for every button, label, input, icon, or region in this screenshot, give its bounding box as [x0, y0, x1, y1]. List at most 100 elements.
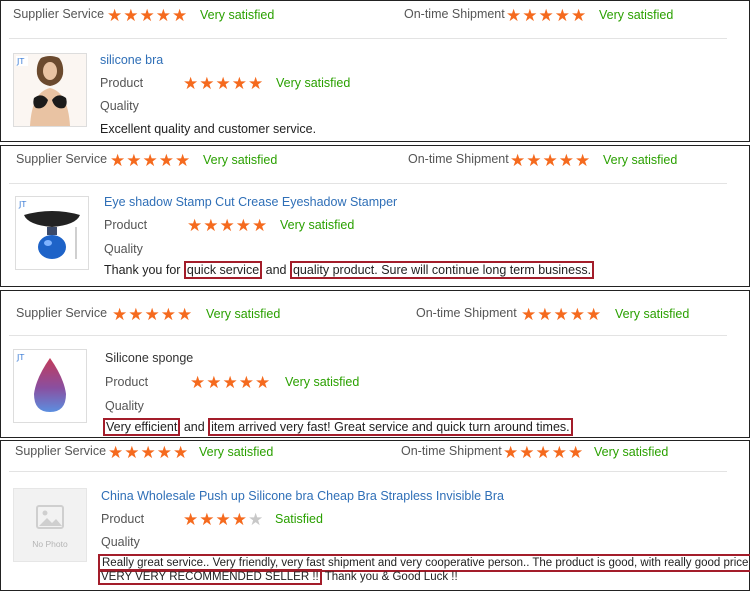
review-comment: VERY VERY RECOMMENDED SELLER !! Thank yo…	[98, 569, 458, 585]
star-icon: ★	[231, 510, 248, 529]
star-icon: ★	[522, 6, 539, 25]
quality-label: Quality	[104, 242, 143, 256]
star-icon: ★	[542, 151, 559, 170]
review-card: Supplier Service ★★★★★ Very satisfied On…	[0, 440, 750, 591]
divider	[9, 38, 727, 39]
star-icon: ★	[107, 6, 124, 25]
star-icon: ★	[558, 151, 575, 170]
divider	[9, 183, 727, 184]
divider	[9, 335, 727, 336]
supplier-service-rating-text: Very satisfied	[199, 445, 274, 459]
star-icon: ★	[215, 510, 232, 529]
star-icon: ★	[219, 216, 236, 235]
eyeshadow-stamper-photo[interactable]: JT	[15, 196, 89, 270]
ontime-shipment-label: On-time Shipment	[404, 7, 505, 21]
star-icon: ★	[248, 74, 265, 93]
product-label: Product	[101, 512, 145, 526]
comment-text: Thank you & Good Luck !!	[321, 571, 458, 583]
star-icon: ★	[156, 443, 173, 462]
star-icon: ★	[551, 443, 568, 462]
comment-text: and	[262, 263, 290, 277]
product-rating-text: Very satisfied	[276, 76, 351, 90]
product-title-link[interactable]: China Wholesale Push up Silicone bra Che…	[101, 489, 504, 503]
star-icon: ★	[172, 6, 189, 25]
star-icon: ★	[110, 151, 127, 170]
star-icon: ★	[175, 151, 192, 170]
product-label: Product	[104, 218, 148, 232]
star-icon: ★	[510, 151, 527, 170]
product-stars: ★★★★★	[187, 217, 268, 234]
star-icon: ★	[177, 305, 194, 324]
ontime-shipment-stars: ★★★★★	[506, 7, 587, 24]
comment-text: Thank you for	[104, 263, 184, 277]
rating-header: Supplier Service ★★★★★ Very satisfied On…	[1, 291, 749, 323]
review-comment: Excellent quality and customer service.	[100, 122, 317, 136]
product-label: Product	[105, 375, 149, 389]
star-icon: ★	[535, 443, 552, 462]
review-comment: Thank you for quick service and quality …	[104, 261, 595, 279]
rating-header: Supplier Service ★★★★★ Very satisfied On…	[1, 441, 749, 471]
rating-header: Supplier Service ★★★★★ Very satisfied On…	[1, 1, 749, 31]
star-icon: ★	[203, 216, 220, 235]
star-icon: ★	[199, 510, 216, 529]
silicone-sponge-photo[interactable]: JT	[13, 349, 87, 423]
supplier-service-label: Supplier Service	[16, 306, 108, 320]
product-title[interactable]: Silicone sponge	[105, 351, 193, 365]
divider	[9, 471, 727, 472]
ontime-shipment-label: On-time Shipment	[416, 306, 517, 320]
ontime-shipment-rating-text: Very satisfied	[599, 8, 674, 22]
star-icon: ★	[144, 305, 161, 324]
no-photo-placeholder: No Photo	[13, 488, 87, 562]
star-icon: ★	[255, 373, 272, 392]
star-icon: ★	[187, 216, 204, 235]
ontime-shipment-stars: ★★★★★	[521, 306, 602, 323]
highlighted-phrase: quick service	[183, 261, 263, 279]
highlighted-phrase: item arrived very fast! Great service an…	[208, 418, 573, 436]
product-title-link[interactable]: Eye shadow Stamp Cut Crease Eyeshadow St…	[104, 195, 397, 209]
supplier-service-stars: ★★★★★	[112, 306, 193, 323]
star-icon: ★	[521, 305, 538, 324]
badge-icon: JT	[16, 352, 28, 362]
supplier-service-stars: ★★★★★	[107, 7, 188, 24]
star-icon: ★	[506, 6, 523, 25]
star-icon: ★	[108, 443, 125, 462]
star-icon: ★	[569, 305, 586, 324]
star-icon: ★	[519, 443, 536, 462]
star-icon: ★	[128, 305, 145, 324]
star-icon: ★	[586, 305, 603, 324]
star-icon: ★	[526, 151, 543, 170]
star-icon: ★	[155, 6, 172, 25]
star-icon: ★	[235, 216, 252, 235]
product-label: Product	[100, 76, 144, 90]
bra-product-photo[interactable]: JT	[13, 53, 87, 127]
ontime-shipment-rating-text: Very satisfied	[594, 445, 669, 459]
star-icon: ★	[206, 373, 223, 392]
star-icon: ★	[126, 151, 143, 170]
svg-text:JT: JT	[16, 57, 24, 66]
star-icon: ★	[183, 74, 200, 93]
product-title-link[interactable]: silicone bra	[100, 53, 163, 67]
star-icon: ★	[190, 373, 207, 392]
star-icon: ★	[123, 6, 140, 25]
no-photo-label: No Photo	[32, 539, 68, 549]
star-icon: ★	[139, 6, 156, 25]
badge-icon: JT	[16, 56, 28, 66]
star-icon: ★	[215, 74, 232, 93]
star-icon: ★	[199, 74, 216, 93]
product-stars: ★★★★★	[190, 374, 271, 391]
ontime-shipment-stars: ★★★★★	[510, 152, 591, 169]
supplier-service-label: Supplier Service	[13, 7, 105, 21]
star-icon: ★	[173, 443, 190, 462]
quality-label: Quality	[105, 399, 144, 413]
product-stars: ★★★★★	[183, 75, 264, 92]
highlighted-phrase: quality product. Sure will continue long…	[289, 261, 595, 279]
ontime-shipment-stars: ★★★★★	[503, 444, 584, 461]
star-icon: ★	[537, 305, 554, 324]
badge-icon: JT	[18, 199, 30, 209]
star-icon: ★	[142, 151, 159, 170]
star-icon: ★	[231, 74, 248, 93]
star-icon: ★	[553, 305, 570, 324]
product-rating-text: Very satisfied	[285, 375, 360, 389]
no-photo-icon	[36, 505, 64, 529]
star-icon: ★	[554, 6, 571, 25]
